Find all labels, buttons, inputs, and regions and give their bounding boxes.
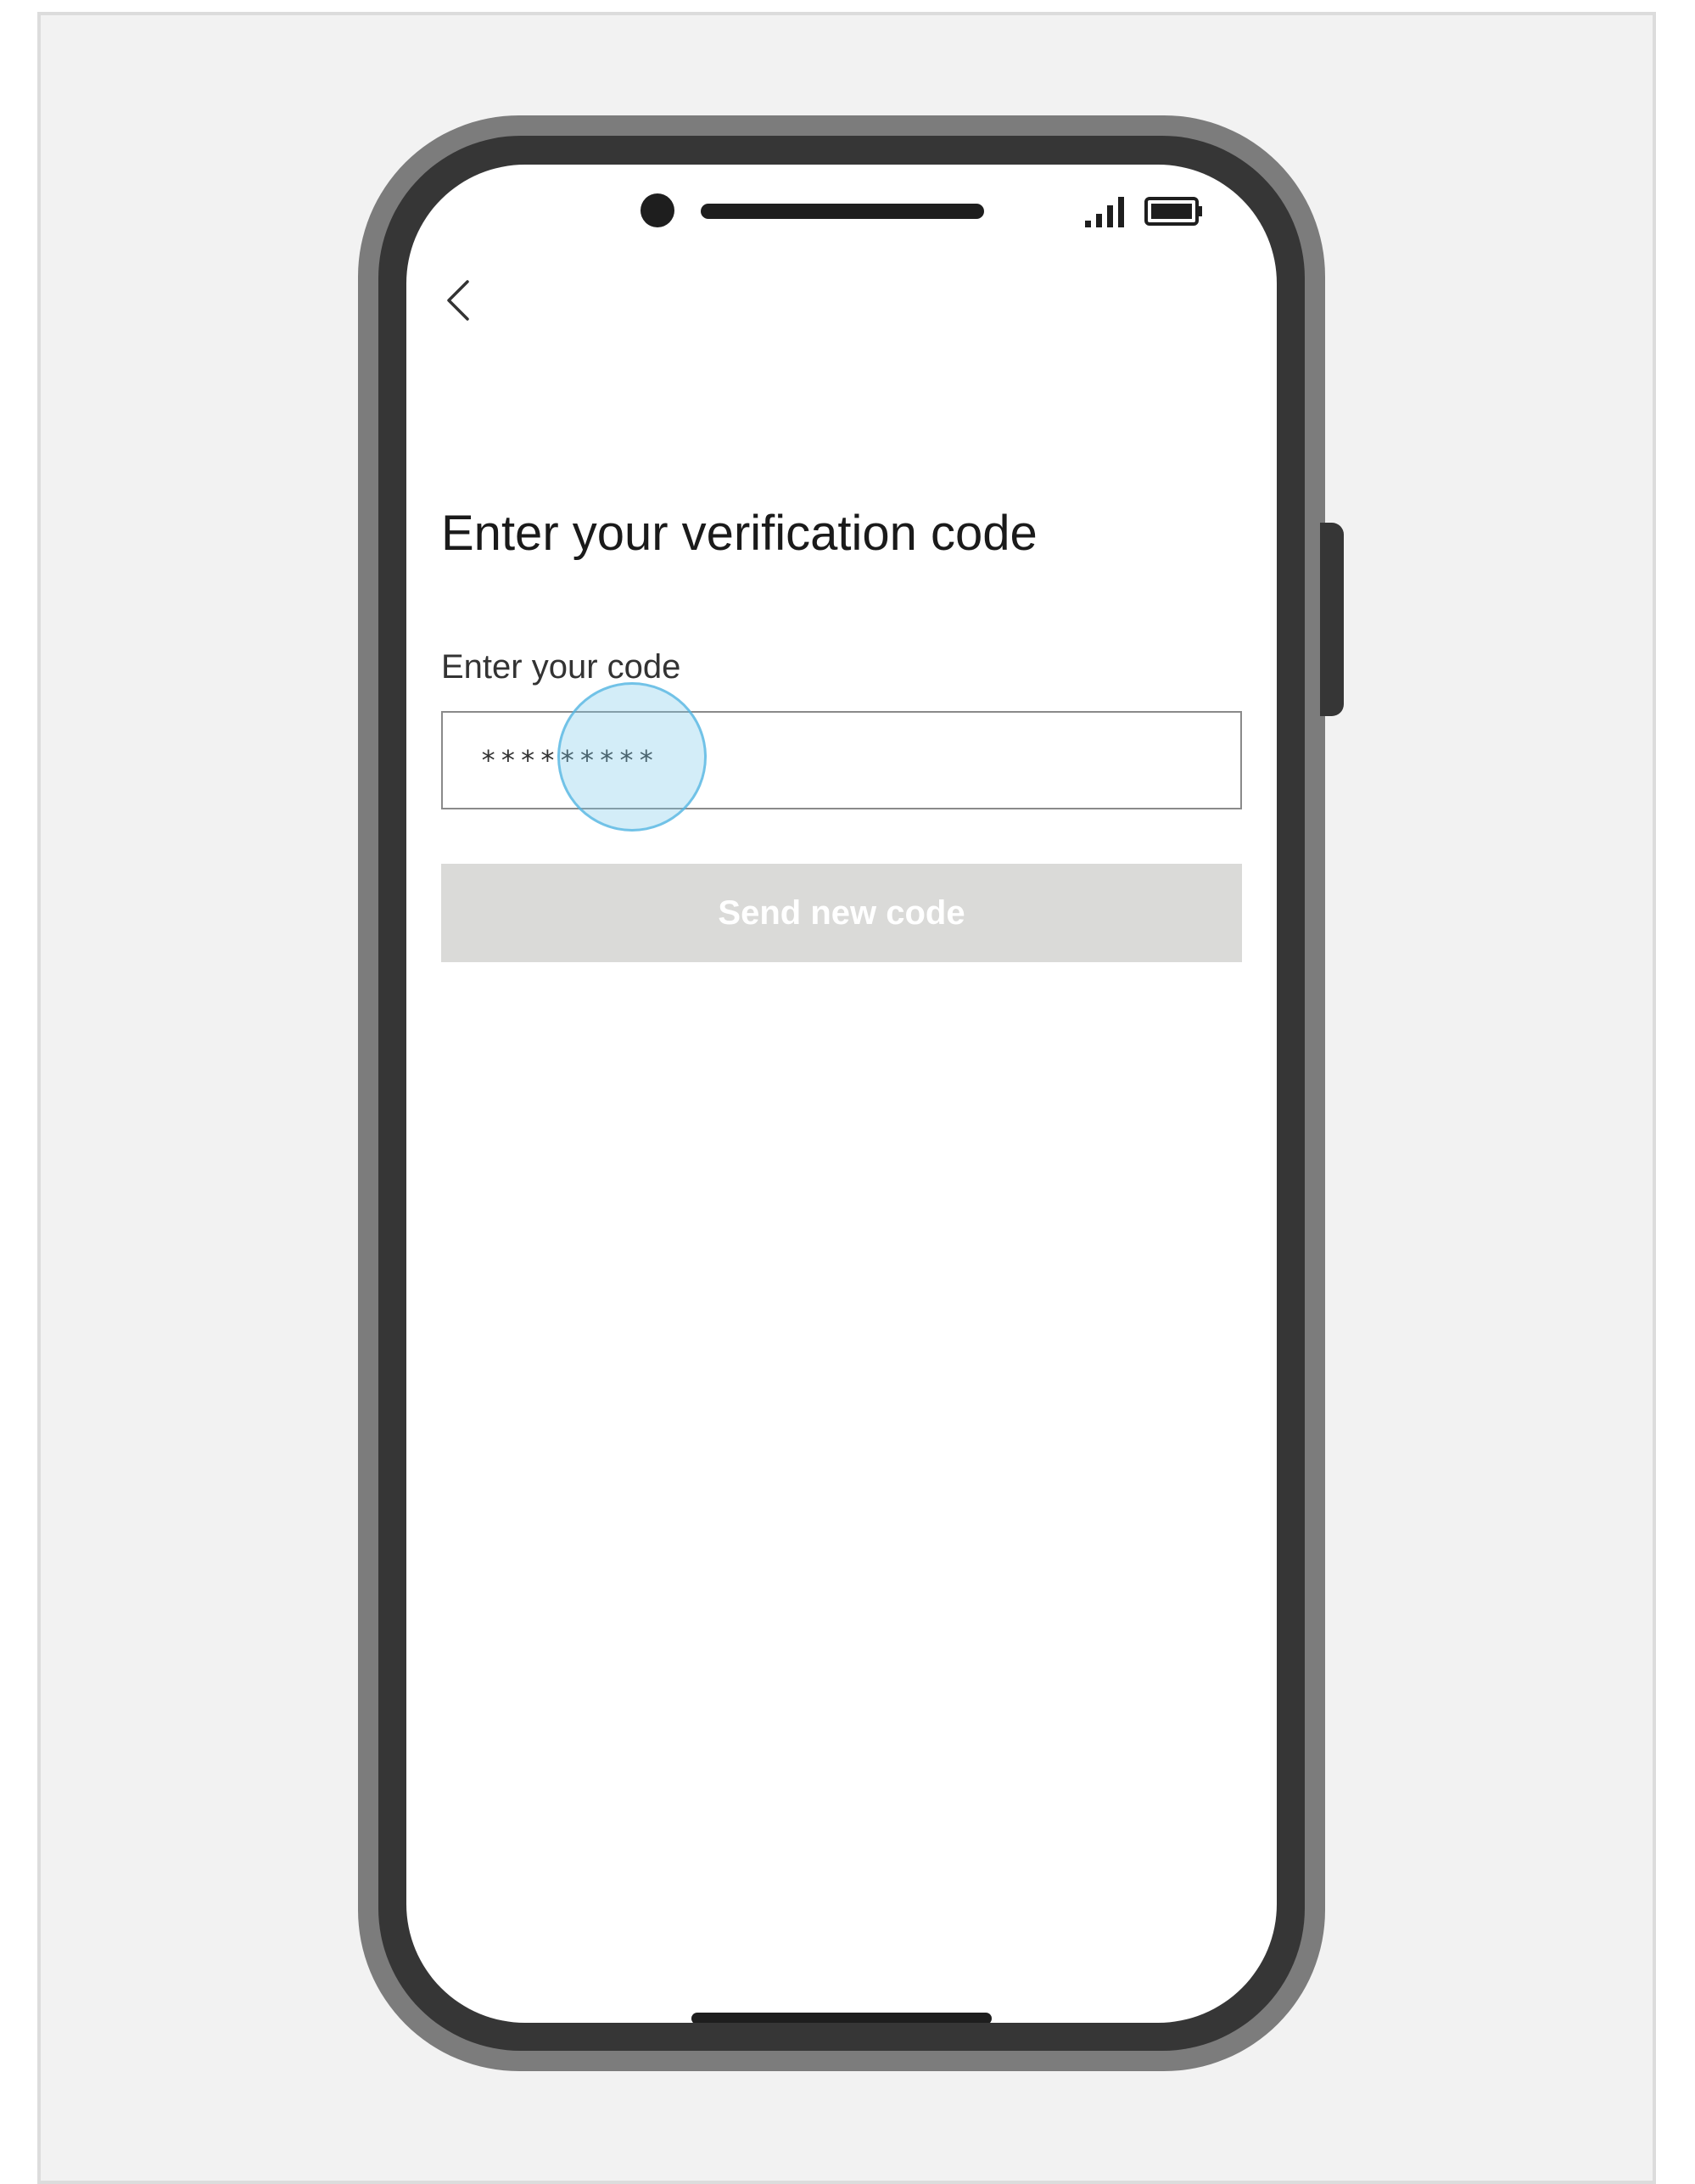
send-new-code-button[interactable]: Send new code [441,864,1242,962]
phone-screen: Enter your verification code Enter your … [406,165,1277,2023]
speaker-grille [701,204,984,219]
page-title: Enter your verification code [441,506,1038,561]
battery-icon [1144,197,1202,226]
phone-side-button [1320,523,1344,716]
camera-icon [641,193,674,227]
back-chevron-icon[interactable] [440,275,478,326]
signal-icon [1085,197,1124,227]
verification-code-input[interactable] [441,711,1242,809]
home-indicator[interactable] [691,2013,992,2023]
code-field-label: Enter your code [441,648,681,686]
